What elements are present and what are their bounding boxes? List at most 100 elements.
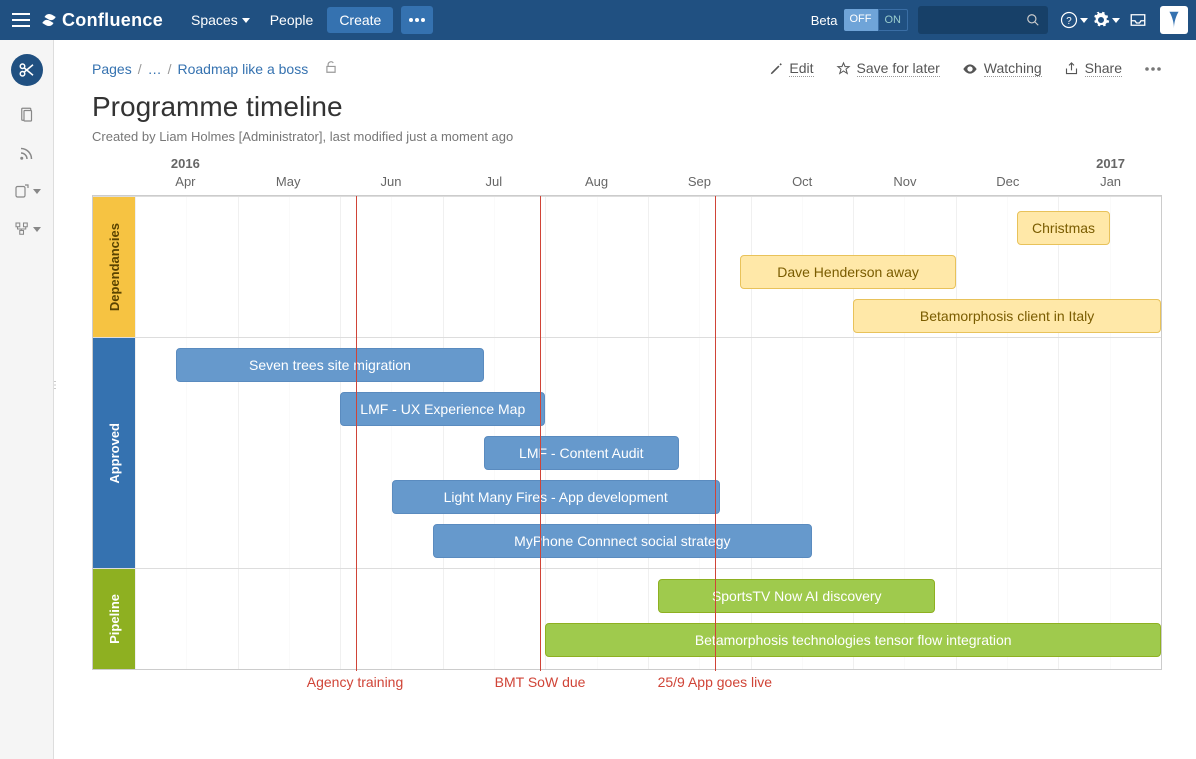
toggle-on: ON [878, 9, 909, 31]
main-content: Pages / … / Roadmap like a boss Edit Sav… [54, 40, 1196, 759]
sidebar-pages-icon[interactable] [18, 106, 36, 124]
rss-icon [18, 144, 36, 162]
page-actions: Edit Save for later Watching Share [769, 60, 1162, 77]
month-col-aug: Aug [545, 174, 648, 195]
month-col-oct: Oct [751, 174, 854, 195]
milestone-labels: Agency training BMT SoW due 25/9 App goes … [134, 670, 1162, 710]
share-icon [1064, 61, 1079, 76]
nav-people-label: People [270, 12, 314, 28]
month-col-sep: Sep [648, 174, 751, 195]
month-col-apr: Apr2016 [134, 174, 237, 195]
nav-spaces-label: Spaces [191, 12, 238, 28]
confluence-logo[interactable]: Confluence [40, 10, 163, 31]
beta-toggle[interactable]: OFF ON [844, 9, 909, 31]
nav-people[interactable]: People [260, 0, 324, 40]
ellipsis-icon [1144, 67, 1162, 71]
more-actions[interactable] [1144, 67, 1162, 71]
bar-lmf-content[interactable]: LMF - Content Audit [484, 436, 679, 470]
beta-label: Beta [811, 13, 838, 28]
bar-lmf-ux[interactable]: LMF - UX Experience Map [340, 392, 545, 426]
bar-sportstv[interactable]: SportsTV Now AI discovery [658, 579, 935, 613]
milestone-label: Agency training [285, 674, 425, 690]
settings-button[interactable] [1090, 0, 1122, 40]
bar-seven-trees[interactable]: Seven trees site migration [176, 348, 484, 382]
lane-pipeline-body: SportsTV Now AI discovery Betamorphosis … [135, 569, 1161, 669]
breadcrumb-ellipsis[interactable]: … [148, 61, 162, 77]
share-action[interactable]: Share [1064, 60, 1122, 77]
scissors-icon [18, 61, 36, 79]
lane-approved: Approved Seven trees site migration LMF … [93, 337, 1161, 568]
bar-betamorphosis-tf[interactable]: Betamorphosis technologies tensor flow i… [545, 623, 1161, 657]
user-avatar[interactable] [1160, 6, 1188, 34]
timeline-header: Apr2016MayJunJulAugSepOctNovDecJan2017 [92, 174, 1162, 195]
shortcut-icon [13, 182, 31, 200]
help-icon: ? [1060, 11, 1078, 29]
sidebar-blog-icon[interactable] [18, 144, 36, 162]
toggle-off: OFF [844, 9, 878, 31]
sidebar-shortcuts-icon[interactable] [13, 182, 41, 200]
product-name: Confluence [62, 10, 163, 31]
sidebar-pagetree-icon[interactable] [13, 220, 41, 238]
page-title: Programme timeline [92, 91, 1162, 123]
eye-icon [962, 61, 978, 77]
app-switcher-icon[interactable] [12, 13, 30, 27]
bar-dave-henderson[interactable]: Dave Henderson away [740, 255, 955, 289]
month-col-may: May [237, 174, 340, 195]
page-meta: Created by Liam Holmes [Administrator], … [92, 129, 1162, 144]
breadcrumb-sep: / [138, 61, 142, 77]
save-action[interactable]: Save for later [836, 60, 940, 77]
milestone-label: 25/9 App goes live [645, 674, 785, 690]
tree-icon [13, 220, 31, 238]
bar-light-many-fires[interactable]: Light Many Fires - App development [392, 480, 720, 514]
top-nav: Confluence Spaces People Create Beta OFF… [0, 0, 1196, 40]
left-sidebar [0, 40, 54, 759]
help-button[interactable]: ? [1058, 0, 1090, 40]
ellipsis-icon [409, 18, 425, 22]
breadcrumb-sep: / [168, 61, 172, 77]
create-button[interactable]: Create [327, 7, 393, 33]
lane-pipeline-label: Pipeline [93, 569, 135, 669]
edit-action[interactable]: Edit [769, 60, 813, 77]
roadmap-macro: Apr2016MayJunJulAugSepOctNovDecJan2017 D… [92, 174, 1162, 710]
year-start: 2016 [171, 156, 200, 171]
search-icon [1026, 13, 1040, 27]
page-header-row: Pages / … / Roadmap like a boss Edit Sav… [92, 60, 1162, 77]
page-container: ⋮ Pages / … / Roadmap like a boss Edit [0, 40, 1196, 759]
month-col-nov: Nov [854, 174, 957, 195]
gear-icon [1092, 11, 1110, 29]
breadcrumb-current[interactable]: Roadmap like a boss [177, 61, 308, 77]
chevron-down-icon [242, 18, 250, 23]
month-col-jan: Jan2017 [1059, 174, 1162, 195]
watch-action[interactable]: Watching [962, 60, 1042, 77]
search-input[interactable] [918, 6, 1048, 34]
milestone-label: BMT SoW due [470, 674, 610, 690]
notifications-button[interactable] [1122, 0, 1154, 40]
edit-label: Edit [789, 60, 813, 77]
chevron-down-icon [33, 227, 41, 232]
lane-approved-body: Seven trees site migration LMF - UX Expe… [135, 338, 1161, 568]
bar-betamorphosis-italy[interactable]: Betamorphosis client in Italy [853, 299, 1161, 333]
pages-icon [18, 106, 36, 124]
bar-christmas[interactable]: Christmas [1017, 211, 1109, 245]
create-more-button[interactable] [401, 6, 433, 34]
month-col-dec: Dec [956, 174, 1059, 195]
chevron-down-icon [33, 189, 41, 194]
nav-spaces[interactable]: Spaces [181, 0, 260, 40]
lane-pipeline: Pipeline SportsTV Now AI discovery Betam… [93, 568, 1161, 669]
confluence-logo-icon [40, 11, 58, 29]
pencil-icon [769, 62, 783, 76]
avatar-icon [1163, 9, 1185, 31]
bar-myphone[interactable]: MyPhone Connnect social strategy [433, 524, 813, 558]
month-col-jun: Jun [340, 174, 443, 195]
unlock-icon[interactable] [324, 60, 338, 77]
star-icon [836, 61, 851, 76]
year-end: 2017 [1096, 156, 1125, 171]
tray-icon [1129, 11, 1147, 29]
breadcrumb-pages[interactable]: Pages [92, 61, 132, 77]
lane-dependencies-label: Dependancies [93, 197, 135, 337]
chevron-down-icon [1080, 18, 1088, 23]
space-avatar[interactable] [11, 54, 43, 86]
lane-approved-label: Approved [93, 338, 135, 568]
share-label: Share [1085, 60, 1122, 77]
svg-text:?: ? [1066, 16, 1072, 27]
